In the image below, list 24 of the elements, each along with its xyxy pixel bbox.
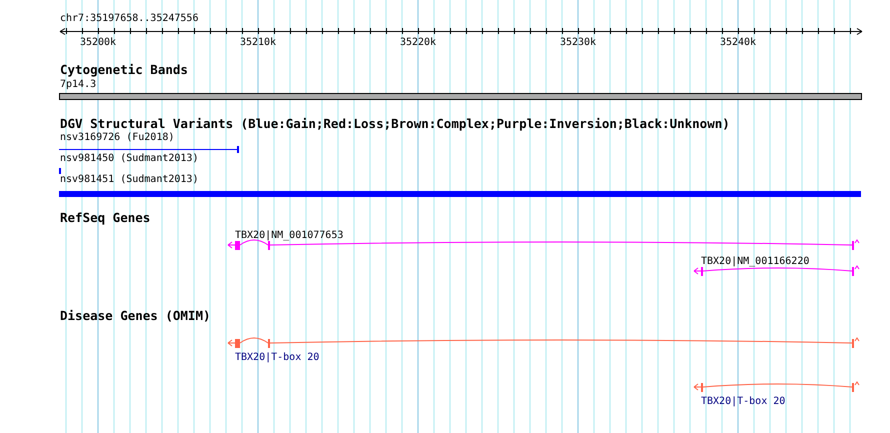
gene-model-drawing[interactable] (228, 240, 860, 250)
track-title: Disease Genes (OMIM) (60, 308, 211, 323)
band-label: 7p14.3 (60, 79, 96, 90)
track-title: Cytogenetic Bands (60, 62, 188, 77)
location-label: chr7:35197658..35247556 (60, 13, 198, 24)
chromosome-band[interactable] (59, 93, 862, 100)
tick-label: 35200k (80, 37, 116, 48)
variant-label: nsv3169726 (Fu2018) (60, 132, 174, 143)
gene-model-drawing[interactable] (694, 266, 860, 276)
gene-model-drawing[interactable] (694, 382, 860, 392)
gene-label: TBX20|T-box 20 (235, 352, 320, 363)
variant-label: nsv981451 (Sudmant2013) (60, 174, 198, 185)
variant-bar[interactable] (58, 146, 240, 153)
gene-label: TBX20|T-box 20 (701, 396, 786, 407)
tick-label: 35210k (240, 37, 276, 48)
track-title: RefSeq Genes (60, 210, 150, 225)
track-title: DGV Structural Variants (Blue:Gain;Red:Loss;Brown:Complex;Purple:Inversion;Black:Unknown) (60, 116, 730, 131)
variant-label: nsv981450 (Sudmant2013) (60, 153, 198, 164)
gene-label: TBX20|NM_001077653 (235, 230, 344, 241)
tick-label: 35230k (560, 37, 596, 48)
gene-label: TBX20|NM_001166220 (701, 256, 810, 267)
tick-label: 35240k (720, 37, 756, 48)
tick-label: 35220k (400, 37, 436, 48)
gene-model-drawing[interactable] (228, 338, 860, 348)
